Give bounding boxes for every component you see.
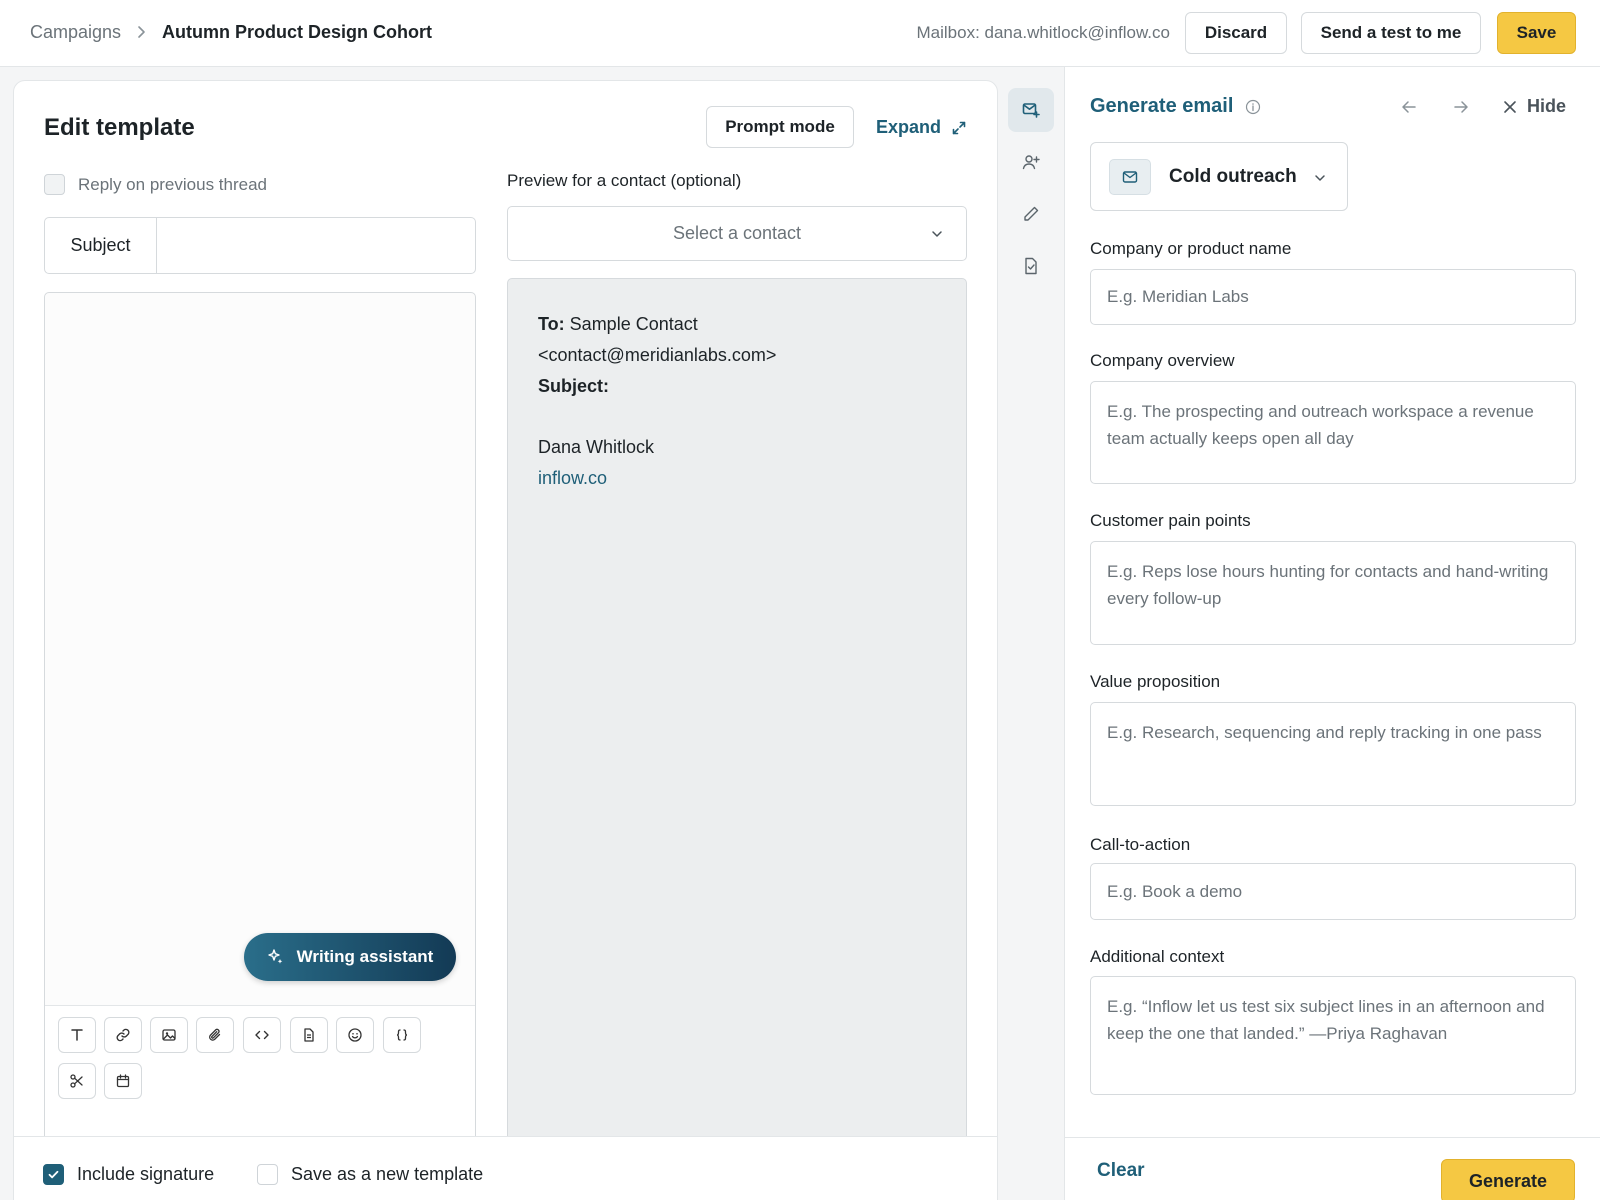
call-to-action-label: Call-to-action xyxy=(1090,835,1191,854)
preview-to-value: Sample Contact <contact@meridianlabs.com… xyxy=(538,314,777,365)
expand-button[interactable]: Expand xyxy=(876,117,967,138)
attachment-icon[interactable] xyxy=(196,1017,234,1053)
close-icon xyxy=(1504,100,1516,113)
generate-email-panel: Generate email Hide Cold outreach Compan… xyxy=(1064,67,1600,1200)
chevron-down-icon xyxy=(932,231,942,237)
discard-button[interactable]: Discard xyxy=(1185,12,1287,54)
pain-points-label: Customer pain points xyxy=(1090,511,1251,530)
preview-signature-name: Dana Whitlock xyxy=(538,437,655,457)
mail-icon xyxy=(1109,158,1151,195)
breadcrumb-current: Autumn Product Design Cohort xyxy=(162,22,432,42)
include-signature-checkbox[interactable] xyxy=(43,1164,64,1185)
text-format-icon[interactable] xyxy=(58,1017,96,1053)
checkmark-icon xyxy=(48,1170,59,1179)
email-type-select[interactable]: Cold outreach xyxy=(1090,142,1348,211)
pain-points-input[interactable] xyxy=(1090,541,1576,645)
panel-title: Generate email xyxy=(1090,95,1261,118)
variable-braces-icon[interactable] xyxy=(383,1017,421,1053)
send-test-button[interactable]: Send a test to me xyxy=(1301,12,1481,54)
chevron-down-icon xyxy=(1315,175,1325,181)
arrow-right-icon[interactable] xyxy=(1451,97,1471,117)
top-bar: Campaigns Autumn Product Design Cohort M… xyxy=(0,0,1600,67)
value-proposition-label: Value proposition xyxy=(1090,672,1221,691)
pencil-icon[interactable] xyxy=(1008,192,1054,236)
add-contact-icon[interactable] xyxy=(1008,140,1054,184)
save-new-template-label: Save as a new template xyxy=(291,1164,484,1184)
side-icon-rail xyxy=(1000,67,1064,1200)
company-name-input[interactable] xyxy=(1090,269,1576,325)
mailbox-label: Mailbox: dana.whitlock@inflow.co xyxy=(916,23,1171,42)
page-title: Edit template xyxy=(44,114,195,141)
email-body-editor[interactable]: Writing assistant xyxy=(44,292,476,1192)
company-name-label: Company or product name xyxy=(1090,239,1292,258)
expand-label: Expand xyxy=(876,117,942,137)
document-check-icon[interactable] xyxy=(1008,244,1054,288)
hide-panel-button[interactable]: Hide xyxy=(1503,96,1566,117)
save-new-template-checkbox[interactable] xyxy=(257,1164,278,1185)
preview-to-label: To: xyxy=(538,314,565,334)
subject-field: Subject xyxy=(44,217,476,274)
emoji-icon[interactable] xyxy=(336,1017,374,1053)
calendar-icon[interactable] xyxy=(104,1063,142,1099)
generate-button[interactable]: Generate xyxy=(1441,1159,1575,1200)
save-new-template-option[interactable]: Save as a new template xyxy=(257,1164,483,1185)
prompt-mode-button[interactable]: Prompt mode xyxy=(706,106,854,148)
scissors-icon[interactable] xyxy=(58,1063,96,1099)
call-to-action-input[interactable] xyxy=(1090,863,1576,920)
additional-context-input[interactable] xyxy=(1090,976,1576,1095)
hide-label: Hide xyxy=(1527,96,1567,116)
reply-thread-checkbox[interactable] xyxy=(44,174,65,195)
subject-input[interactable] xyxy=(157,218,475,273)
preview-signature-link[interactable]: inflow.co xyxy=(538,463,936,494)
preview-subject-label: Subject: xyxy=(538,376,610,396)
company-overview-input[interactable] xyxy=(1090,381,1576,484)
contact-select-placeholder: Select a contact xyxy=(672,223,802,243)
breadcrumb-campaigns-link[interactable]: Campaigns xyxy=(30,22,121,43)
document-icon[interactable] xyxy=(290,1017,328,1053)
additional-context-label: Additional context xyxy=(1090,947,1225,966)
panel-title-text: Generate email xyxy=(1090,95,1234,117)
preview-label: Preview for a contact (optional) xyxy=(507,171,742,190)
edit-template-card: Edit template Prompt mode Expand Reply o… xyxy=(13,80,998,1200)
contact-select[interactable]: Select a contact xyxy=(507,206,967,261)
subject-label: Subject xyxy=(45,218,157,273)
reply-thread-option[interactable]: Reply on previous thread xyxy=(44,174,267,195)
include-signature-option[interactable]: Include signature xyxy=(43,1164,214,1185)
image-icon[interactable] xyxy=(150,1017,188,1053)
expand-arrows-icon xyxy=(952,121,966,134)
link-icon[interactable] xyxy=(104,1017,142,1053)
writing-assistant-label: Writing assistant xyxy=(296,947,434,966)
email-preview: To: Sample Contact <contact@meridianlabs… xyxy=(507,278,967,1190)
reply-thread-label: Reply on previous thread xyxy=(78,174,268,194)
info-icon[interactable] xyxy=(1245,99,1261,115)
value-proposition-input[interactable] xyxy=(1090,702,1576,806)
clear-button[interactable]: Clear xyxy=(1097,1160,1145,1182)
preview-to-line: To: Sample Contact <contact@meridianlabs… xyxy=(538,309,936,371)
code-icon[interactable] xyxy=(243,1017,281,1053)
generate-email-icon[interactable] xyxy=(1008,88,1054,132)
company-overview-label: Company overview xyxy=(1090,351,1235,370)
arrow-left-icon[interactable] xyxy=(1399,97,1419,117)
email-type-value: Cold outreach xyxy=(1169,165,1297,187)
sparkle-icon xyxy=(267,949,282,964)
panel-footer: Clear Generate xyxy=(1065,1137,1600,1200)
save-button[interactable]: Save xyxy=(1497,12,1576,54)
chevron-right-icon xyxy=(138,26,145,38)
writing-assistant-button[interactable]: Writing assistant xyxy=(244,933,456,981)
include-signature-label: Include signature xyxy=(77,1164,215,1184)
editor-footer: Include signature Save as a new template xyxy=(14,1136,997,1200)
